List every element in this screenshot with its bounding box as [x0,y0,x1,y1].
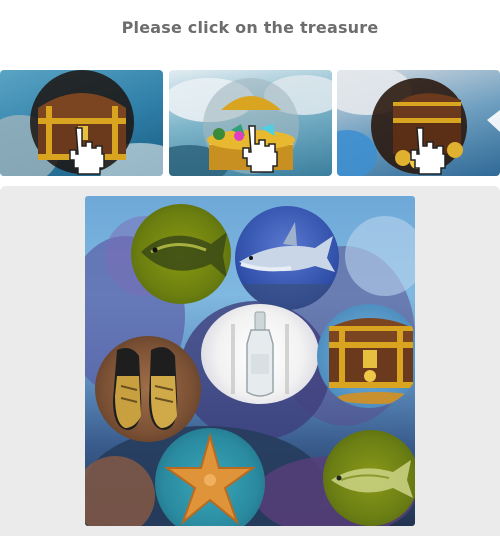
bottle-object[interactable] [201,304,319,404]
shark-object[interactable] [235,206,339,310]
fish-icon [331,460,413,498]
example-image-2 [169,70,332,176]
fish-icon [141,232,227,278]
shoes-icon [113,347,178,430]
bottle-icon [231,311,289,397]
example-image-3 [337,70,500,176]
example-images [0,70,500,176]
shark-icon [235,222,339,310]
challenge-prompt: Please click on the treasure [121,18,379,37]
shoes-object[interactable] [95,336,201,442]
example-image-1 [0,70,163,176]
treasure-chest-icon [329,318,415,404]
fish-object-2[interactable] [323,430,415,526]
challenge-canvas[interactable] [85,196,415,526]
captcha-challenge: Please click on the treasure [0,0,500,536]
treasure-chest-object[interactable] [317,304,415,408]
fish-object[interactable] [131,204,231,304]
